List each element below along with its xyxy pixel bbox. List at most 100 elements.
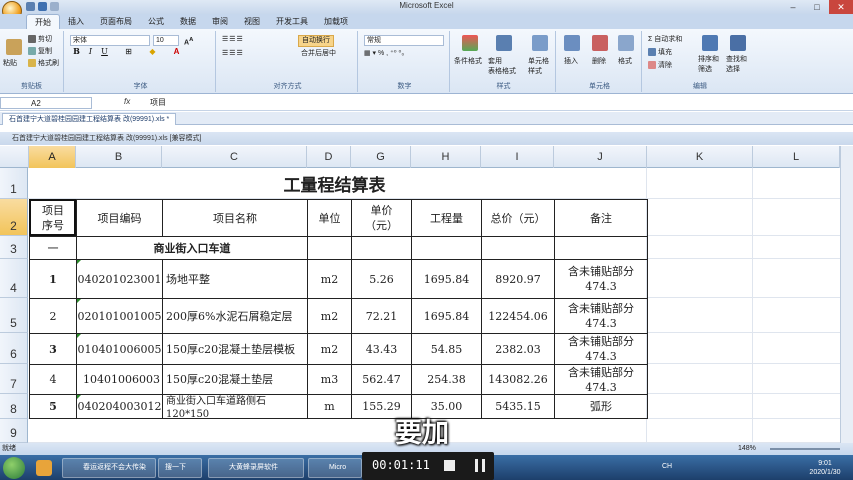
item-qty[interactable]: 254.38 [412,365,481,394]
tab-addins[interactable]: 加载项 [316,14,356,29]
delete-cells-button[interactable]: 删除 [592,57,606,67]
zoom-slider[interactable] [770,448,840,450]
header-cell-price[interactable]: 单价 （元） [352,200,411,236]
item-name[interactable]: 150厚c20混凝土垫层模板 [163,334,307,364]
taskbar-item-search[interactable]: 搜一下 [158,458,202,478]
item-name[interactable]: 场地平整 [163,260,307,298]
header-cell-qty[interactable]: 工程量 [412,200,481,236]
autosum-button[interactable]: Σ 自动求和 [648,35,682,45]
item-number[interactable]: 5 [30,395,76,418]
item-total[interactable]: 2382.03 [482,334,554,364]
paste-button[interactable]: 粘贴 [3,59,17,69]
column-header[interactable]: J [554,146,647,168]
tab-developer[interactable]: 开发工具 [268,14,316,29]
sort-filter-icon[interactable] [702,35,718,51]
save-icon[interactable] [26,2,35,11]
pause-icon[interactable] [472,452,488,480]
item-unit[interactable]: m [308,395,351,418]
copy-button[interactable]: 复制 [28,47,52,57]
row-header[interactable]: 6 [0,333,28,364]
undo-icon[interactable] [38,2,47,11]
align-left-icon[interactable]: ☰☰☰ [222,49,244,59]
conditional-format-button[interactable]: 条件格式 [454,57,482,67]
item-number[interactable]: 2 [30,299,76,333]
start-button[interactable] [3,457,25,479]
item-price[interactable]: 43.43 [352,334,411,364]
column-header[interactable]: B [76,146,162,168]
column-header[interactable]: L [753,146,840,168]
item-price[interactable]: 72.21 [352,299,411,333]
tab-data[interactable]: 数据 [172,14,204,29]
insert-cells-button[interactable]: 插入 [564,57,578,67]
wrap-text-button[interactable]: 自动换行 [298,35,334,47]
tab-view[interactable]: 视图 [236,14,268,29]
fill-button[interactable]: 填充 [648,48,672,58]
table-format-icon[interactable] [496,35,512,51]
format-cells-icon[interactable] [618,35,634,51]
section-number[interactable]: 一 [30,237,76,259]
column-header[interactable]: I [481,146,554,168]
border-icon[interactable]: ⊞ [122,46,135,57]
merge-center-button[interactable]: 合并后居中 [298,49,339,59]
item-number[interactable]: 4 [30,365,76,394]
formula-input[interactable]: 项目 [150,97,166,108]
column-header[interactable]: G [351,146,411,168]
italic-button[interactable]: I [84,46,97,57]
header-cell-unit[interactable]: 单位 [308,200,351,236]
percent-icon[interactable]: ▦ ▾ % , ⁺⁰ ⁰₀ [364,49,404,59]
cell-style-button[interactable]: 单元格 样式 [528,57,549,77]
item-price[interactable]: 562.47 [352,365,411,394]
sheet-title[interactable]: 工量程结算表 [162,174,507,198]
taskbar-item-browser[interactable]: 春运返程不会大传染 [62,458,156,478]
item-code[interactable]: 010401006005 [77,334,162,364]
row-header[interactable]: 5 [0,298,28,333]
quicklaunch-icon[interactable] [36,460,52,476]
item-note[interactable]: 含未铺贴部分 474.3 [555,260,647,298]
font-color-icon[interactable]: A [170,46,183,57]
column-header[interactable]: C [162,146,307,168]
grow-font-icon[interactable]: AA [184,35,193,48]
item-name[interactable]: 商业街入口车道路侧石 120*150 [163,395,307,418]
item-total[interactable]: 122454.06 [482,299,554,333]
underline-button[interactable]: U [98,46,111,57]
bold-button[interactable]: B [70,46,83,57]
item-unit[interactable]: m3 [308,365,351,394]
item-total[interactable]: 8920.97 [482,260,554,298]
item-total[interactable]: 143082.26 [482,365,554,394]
system-clock[interactable]: 9:01 2020/1/30 [800,459,850,477]
close-button[interactable]: ✕ [829,0,853,14]
taskbar-item-recorder[interactable]: 大黄蜂录屏软件 [208,458,304,478]
column-header[interactable]: D [307,146,351,168]
cell-style-icon[interactable] [532,35,548,51]
item-code[interactable]: 040201023001 [77,260,162,298]
tab-page-layout[interactable]: 页面布局 [92,14,140,29]
item-note[interactable]: 含未铺贴部分 474.3 [555,334,647,364]
row-header[interactable]: 9 [0,419,28,443]
vertical-scrollbar[interactable] [840,146,853,443]
item-unit[interactable]: m2 [308,334,351,364]
row-header[interactable]: 8 [0,394,28,419]
item-unit[interactable]: m2 [308,299,351,333]
minimize-button[interactable]: – [781,0,805,14]
item-code[interactable]: 020101001005 [77,299,162,333]
number-format-select[interactable]: 常规 [364,35,444,46]
row-header[interactable]: 3 [0,236,28,259]
fill-color-icon[interactable]: ◆ [146,46,159,57]
item-qty[interactable]: 1695.84 [412,299,481,333]
spreadsheet-grid[interactable]: A B C D G H I J K L 1 2 3 4 5 6 7 8 9 工量… [0,146,840,443]
find-select-button[interactable]: 查找和 选择 [726,55,747,75]
table-format-button[interactable]: 套用 表格格式 [488,57,516,77]
cut-button[interactable]: 剪切 [28,35,52,45]
header-cell-name[interactable]: 项目名称 [163,200,307,236]
row-header[interactable]: 4 [0,259,28,298]
find-select-icon[interactable] [730,35,746,51]
format-cells-button[interactable]: 格式 [618,57,632,67]
align-top-icon[interactable]: ☰☰☰ [222,35,244,45]
name-box[interactable]: A2 [0,97,92,109]
row-header[interactable]: 1 [0,168,28,199]
format-painter-button[interactable]: 格式刷 [28,59,59,69]
column-header[interactable]: H [411,146,481,168]
item-qty[interactable]: 54.85 [412,334,481,364]
column-header[interactable]: A [29,146,76,168]
clear-button[interactable]: 清除 [648,61,672,71]
